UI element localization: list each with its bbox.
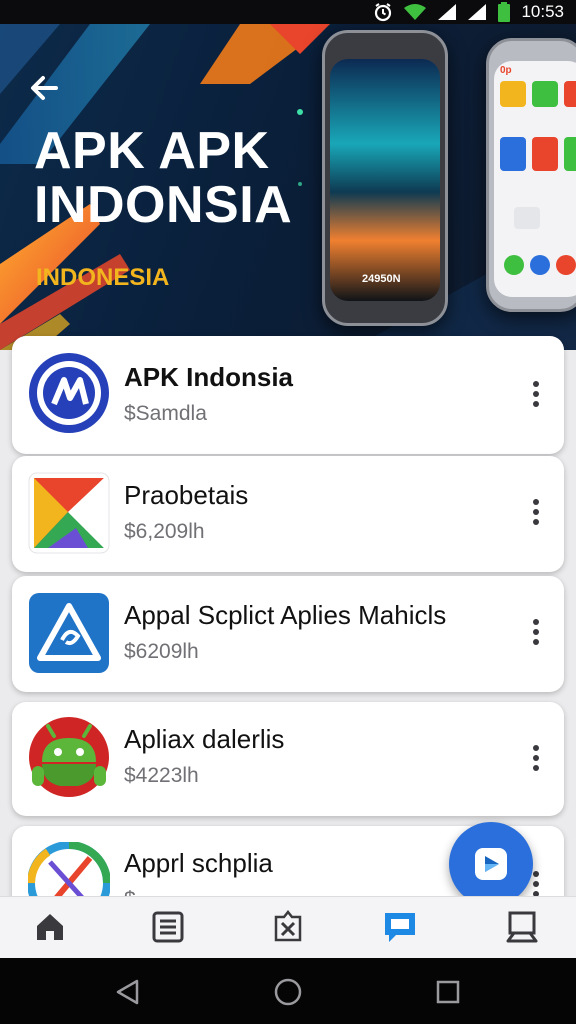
bottom-navigation — [0, 896, 576, 958]
status-bar: 10:53 — [0, 0, 576, 24]
signal-icon — [468, 4, 487, 20]
hero-title-line2: INDONSIA — [34, 176, 293, 234]
more-options-button[interactable] — [526, 492, 546, 532]
more-options-button[interactable] — [526, 374, 546, 414]
system-home-button[interactable] — [270, 974, 306, 1010]
signal-icon — [438, 4, 457, 20]
app-name: Appal Scplict Aplies Mahicls — [124, 600, 447, 630]
play-triangle-logo-icon — [28, 472, 110, 554]
hero-title: APK APK INDONSIA — [34, 124, 292, 232]
app-name: Apprl schplia — [124, 848, 273, 878]
shield-star-icon — [274, 910, 302, 942]
phone-left-screen: 24950N — [330, 59, 440, 301]
battery-icon — [498, 2, 511, 22]
app-price: $6,209lh — [124, 520, 205, 543]
nav-chat-button[interactable] — [378, 905, 422, 949]
triangle-sign-logo-icon — [29, 593, 109, 673]
app-name: APK Indonsia — [124, 362, 294, 392]
app-name: Praobetais — [124, 480, 249, 510]
apk-indonesia-logo-icon — [29, 353, 109, 433]
app-screen: 10:53 APK APK INDONSIA INDONESIA 24950N … — [0, 0, 576, 1024]
system-navigation-bar — [0, 958, 576, 1024]
more-options-button[interactable] — [526, 738, 546, 778]
phone-image-left: 24950N — [322, 30, 448, 326]
app-card[interactable]: Apliax dalerlis $4223lh — [12, 702, 564, 816]
home-icon — [37, 914, 63, 940]
nav-list-button[interactable] — [146, 905, 190, 949]
system-recents-button[interactable] — [430, 974, 466, 1010]
app-store-icon — [475, 848, 507, 880]
phone-left-caption: 24950N — [362, 273, 401, 285]
nav-profile-button[interactable] — [500, 905, 544, 949]
hero-subtitle: INDONESIA — [36, 264, 170, 291]
phone-image-right: 0p — [486, 38, 576, 312]
recents-square-icon — [436, 980, 460, 1004]
app-price: $Samdla — [124, 402, 207, 425]
profile-icon — [506, 911, 538, 943]
app-name: Apliax dalerlis — [124, 724, 285, 754]
app-store-fab-button[interactable] — [449, 822, 533, 906]
back-button[interactable] — [24, 68, 64, 108]
status-time: 10:53 — [521, 2, 564, 21]
phone-right-chip: 0p — [500, 65, 512, 76]
nav-home-button[interactable] — [28, 905, 72, 949]
app-price: $4223lh — [124, 764, 199, 787]
back-triangle-icon — [116, 979, 139, 1005]
home-circle-icon — [274, 978, 302, 1006]
chat-icon — [385, 913, 415, 942]
list-icon — [152, 911, 184, 943]
more-options-button[interactable] — [526, 612, 546, 652]
app-price: $6209lh — [124, 640, 199, 663]
system-back-button[interactable] — [110, 974, 146, 1010]
hero-banner: APK APK INDONSIA INDONESIA 24950N 0p — [0, 24, 576, 350]
nav-shield-button[interactable] — [266, 905, 310, 949]
phone-right-screen: 0p — [494, 61, 576, 297]
app-card[interactable]: Appal Scplict Aplies Mahicls $6209lh — [12, 576, 564, 692]
alarm-icon — [375, 3, 392, 22]
app-card[interactable]: APK Indonsia $Samdla — [12, 336, 564, 454]
hero-title-line1: APK APK — [34, 122, 270, 180]
wifi-icon — [404, 4, 427, 20]
app-card[interactable]: Praobetais $6,209lh — [12, 456, 564, 572]
status-icons: 10:53 — [373, 2, 564, 22]
android-robot-icon — [29, 717, 109, 797]
arrow-left-icon — [31, 76, 58, 100]
